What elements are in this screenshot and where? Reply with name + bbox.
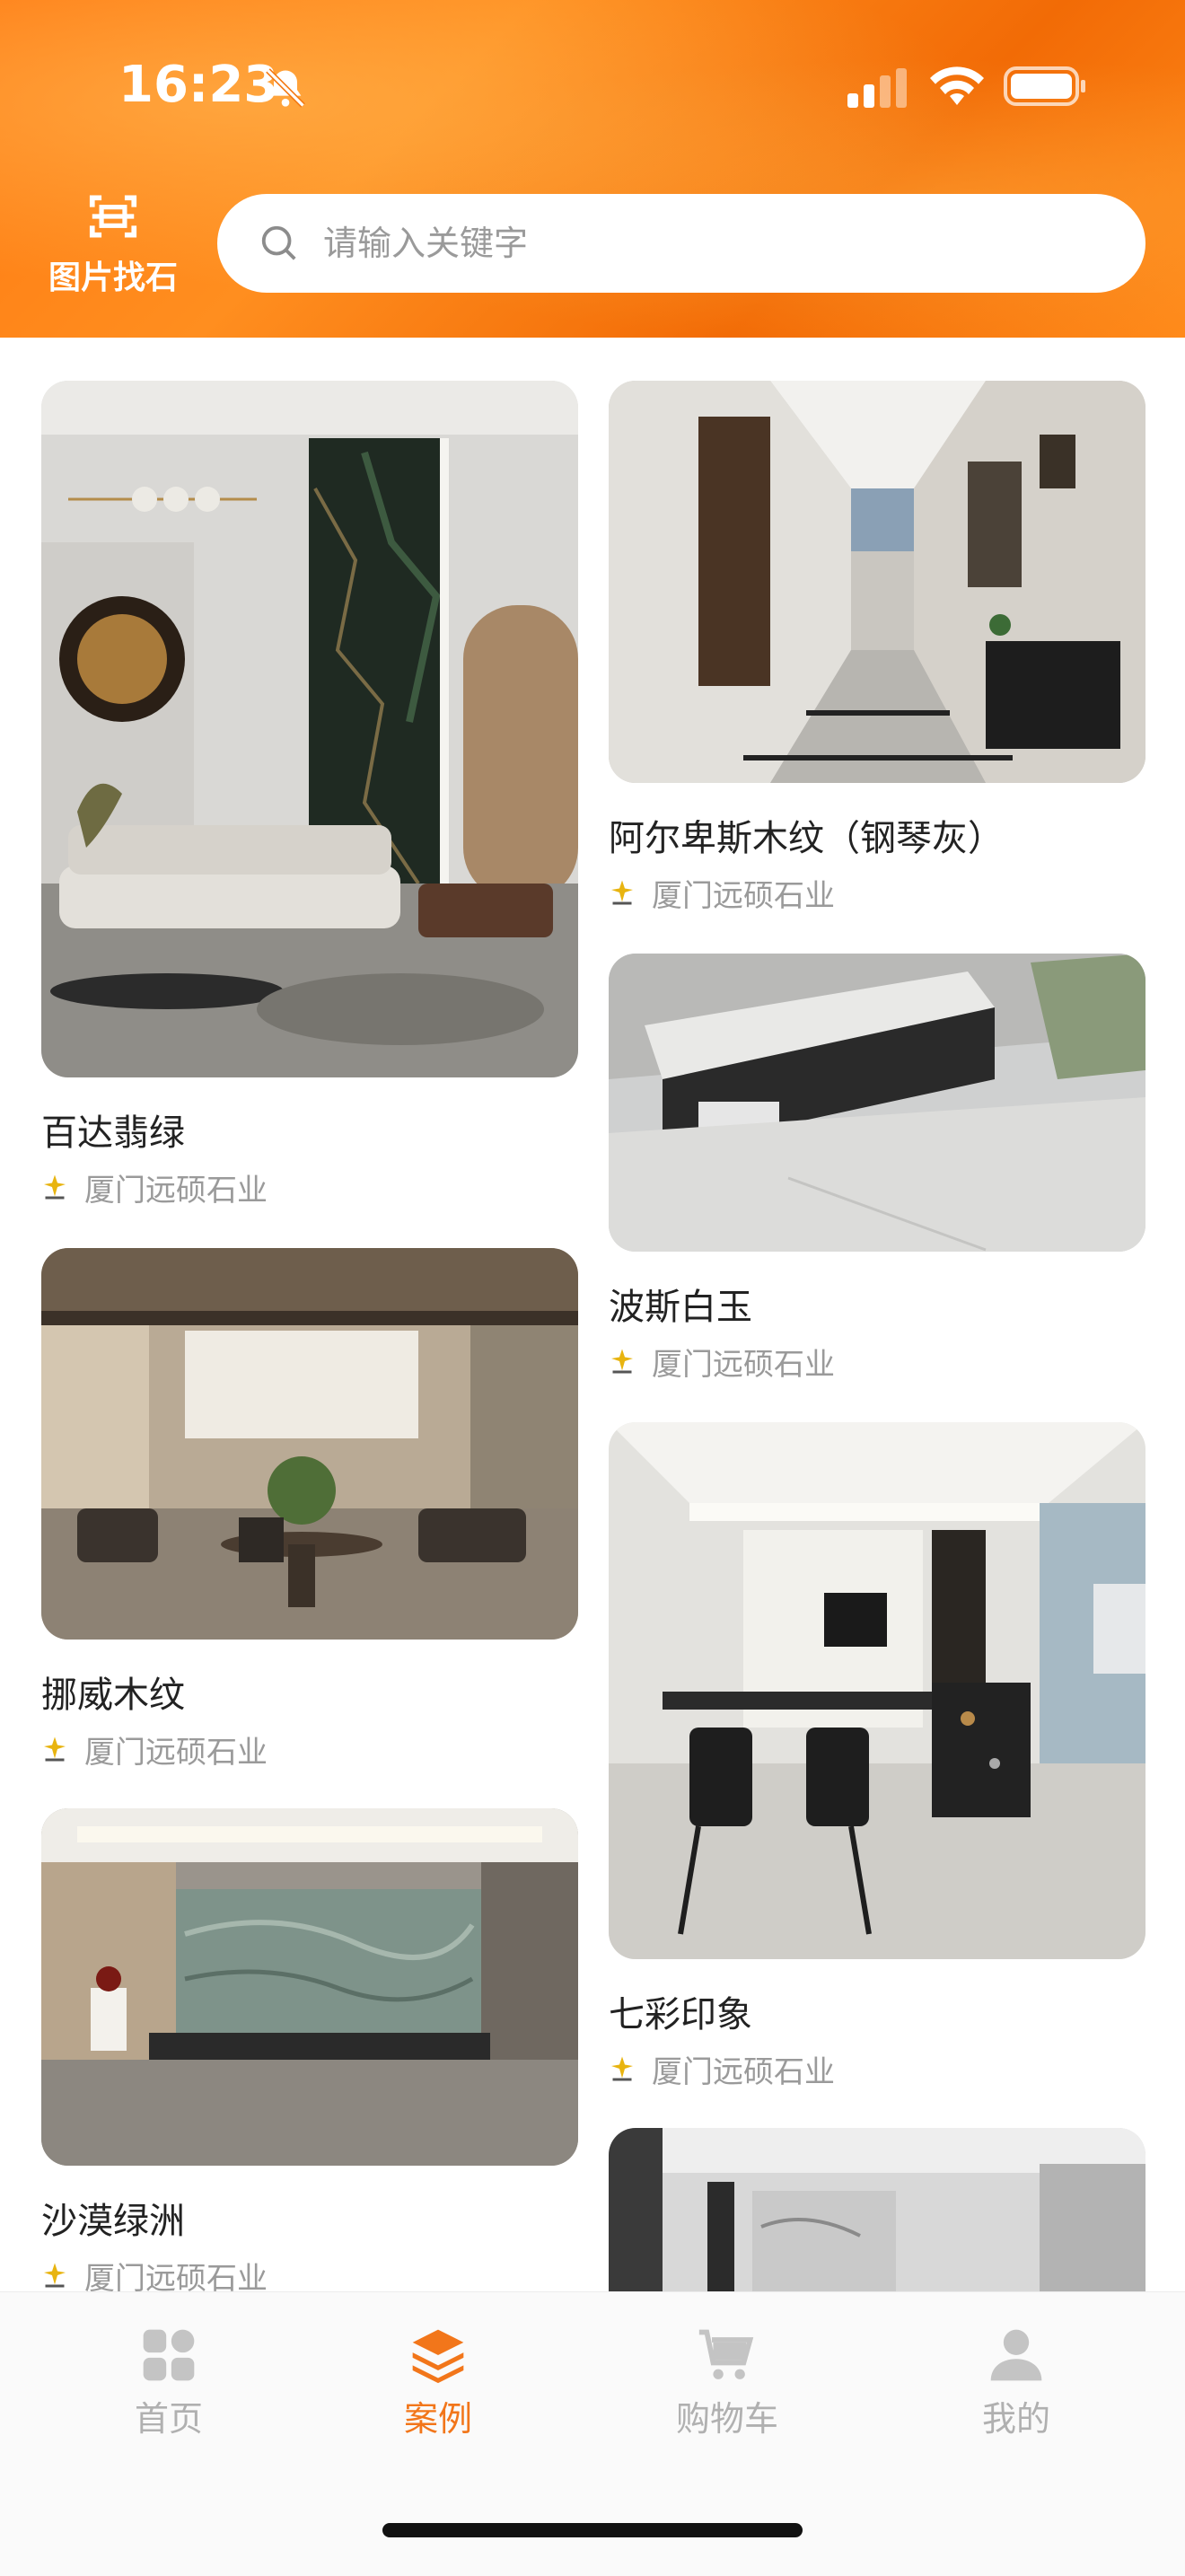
scan-icon	[89, 195, 137, 238]
tab-cart[interactable]: 购物车	[628, 2325, 826, 2440]
case-title: 七彩印象	[609, 1994, 752, 2035]
bell-mute-icon	[266, 68, 305, 108]
status-time: 16:23	[118, 56, 279, 114]
case-title: 沙漠绿洲	[41, 2201, 185, 2242]
vendor-name: 厦门远硕石业	[84, 1734, 268, 1771]
vendor-logo-icon	[44, 1174, 66, 1200]
case-card[interactable]	[609, 2128, 1146, 2291]
case-title: 阿尔卑斯木纹（钢琴灰）	[609, 818, 1004, 859]
image-search-button[interactable]: 图片找石	[41, 189, 185, 305]
case-title: 百达翡绿	[41, 1112, 185, 1154]
tab-label: 案例	[403, 2399, 472, 2439]
case-title: 挪威木纹	[41, 1675, 185, 1716]
wifi-icon	[930, 66, 984, 105]
case-image[interactable]	[609, 954, 1146, 1252]
case-vendor: 厦门远硕石业	[41, 1167, 578, 1209]
image-search-label: 图片找石	[48, 259, 178, 296]
case-vendor: 厦门远硕石业	[41, 1729, 578, 1771]
case-vendor: 厦门远硕石业	[609, 1341, 1146, 1383]
search-input[interactable]	[321, 223, 1043, 264]
signal-icon	[847, 68, 907, 108]
case-card[interactable]: 挪威木纹 厦门远硕石业	[41, 1248, 578, 1771]
case-card[interactable]: 七彩印象 厦门远硕石业	[609, 1422, 1146, 2090]
vendor-name: 厦门远硕石业	[84, 1172, 268, 1209]
vendor-name: 厦门远硕石业	[652, 2053, 835, 2090]
case-vendor: 厦门远硕石业	[609, 2049, 1146, 2090]
tab-label: 首页	[134, 2399, 203, 2439]
tab-label: 购物车	[675, 2399, 778, 2439]
case-card[interactable]: 阿尔卑斯木纹（钢琴灰） 厦门远硕石业	[609, 381, 1146, 914]
tab-cases[interactable]: 案例	[339, 2325, 537, 2440]
search-bar[interactable]	[217, 194, 1146, 293]
header: 16:23 图片找石	[0, 0, 1185, 338]
vendor-logo-icon	[611, 2056, 633, 2081]
vendor-name: 厦门远硕石业	[652, 877, 835, 914]
tab-home[interactable]: 首页	[70, 2325, 268, 2440]
vendor-logo-icon	[611, 1349, 633, 1374]
case-image[interactable]	[609, 381, 1146, 783]
case-image[interactable]	[41, 1248, 578, 1640]
vendor-logo-icon	[44, 1736, 66, 1762]
case-card[interactable]: 波斯白玉 厦门远硕石业	[609, 954, 1146, 1383]
user-icon	[990, 2329, 1042, 2381]
vendor-logo-icon	[611, 880, 633, 905]
home-icon	[143, 2329, 195, 2381]
tab-mine[interactable]: 我的	[917, 2325, 1115, 2440]
case-card[interactable]: 沙漠绿洲 厦门远硕石业	[41, 1808, 578, 2297]
cart-icon	[698, 2329, 754, 2379]
battery-icon	[1004, 66, 1085, 106]
cases-icon	[412, 2329, 464, 2384]
case-image[interactable]	[41, 381, 578, 1077]
tab-label: 我的	[981, 2399, 1050, 2439]
case-image[interactable]	[41, 1808, 578, 2166]
vendor-name: 厦门远硕石业	[652, 1346, 835, 1383]
vendor-logo-icon	[44, 2263, 66, 2288]
case-image[interactable]	[609, 1422, 1146, 1959]
case-vendor: 厦门远硕石业	[609, 873, 1146, 914]
case-image[interactable]	[609, 2128, 1146, 2291]
case-card[interactable]: 百达翡绿 厦门远硕石业	[41, 381, 578, 1209]
case-vendor: 厦门远硕石业	[41, 2255, 578, 2297]
home-indicator	[382, 2523, 803, 2537]
search-icon	[261, 225, 296, 260]
case-title: 波斯白玉	[609, 1287, 752, 1328]
